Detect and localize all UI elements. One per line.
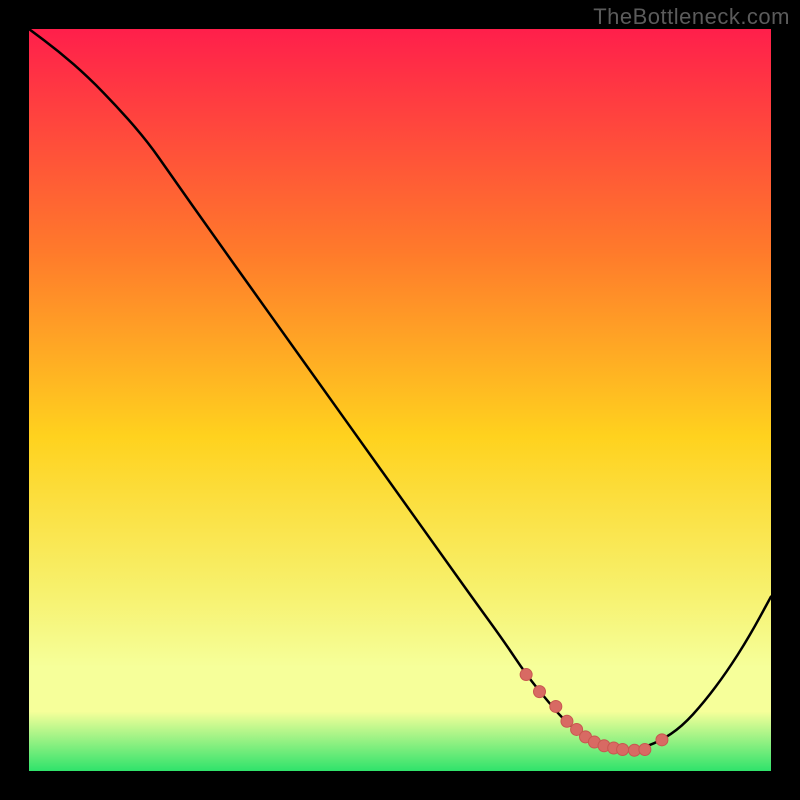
highlight-marker [639,743,651,755]
gradient-background [29,29,771,771]
highlight-marker [561,715,573,727]
gradient-plot-area [29,29,771,771]
highlight-marker [550,700,562,712]
chart-svg [29,29,771,771]
highlight-marker [617,743,629,755]
highlight-marker [520,669,532,681]
highlight-marker [656,734,668,746]
highlight-marker [534,686,546,698]
chart-frame: TheBottleneck.com [0,0,800,800]
watermark-text: TheBottleneck.com [593,4,790,30]
